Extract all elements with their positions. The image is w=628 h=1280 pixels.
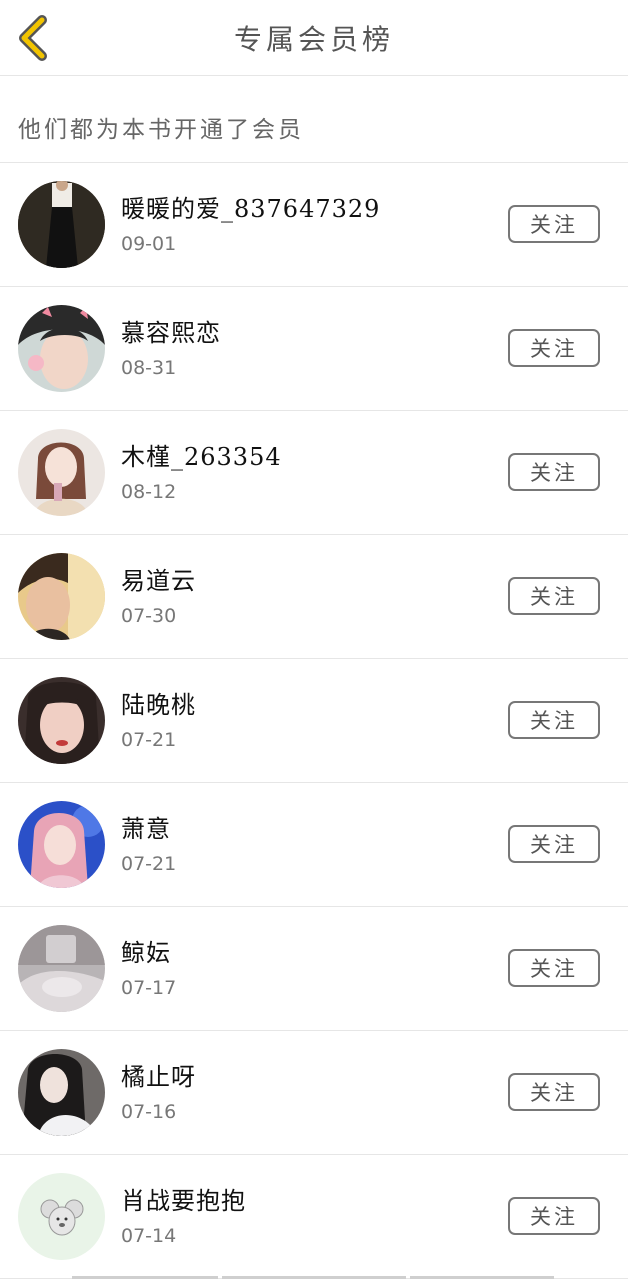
list-item[interactable]: 萧意 07-21 关注 — [0, 783, 628, 907]
member-list: 暖暖的爱_837647329 09-01 关注 慕容熙恋 08-31 关注 木槿… — [0, 163, 628, 1279]
avatar[interactable] — [18, 553, 105, 640]
member-date: 07-14 — [121, 1225, 177, 1247]
member-name: 肖战要抱抱 — [121, 1187, 246, 1215]
member-date: 07-30 — [121, 605, 177, 627]
follow-button[interactable]: 关注 — [508, 949, 600, 987]
member-name: 鲸妘 — [121, 939, 171, 967]
list-item[interactable]: 易道云 07-30 关注 — [0, 535, 628, 659]
member-date: 08-31 — [121, 357, 177, 379]
follow-button[interactable]: 关注 — [508, 329, 600, 367]
follow-button[interactable]: 关注 — [508, 577, 600, 615]
avatar[interactable] — [18, 801, 105, 888]
list-item[interactable]: 慕容熙恋 08-31 关注 — [0, 287, 628, 411]
subtitle-text: 他们都为本书开通了会员 — [18, 117, 304, 143]
avatar[interactable] — [18, 677, 105, 764]
member-name: 易道云 — [121, 567, 196, 595]
avatar[interactable] — [18, 925, 105, 1012]
list-item[interactable]: 肖战要抱抱 07-14 关注 — [0, 1155, 628, 1279]
follow-button[interactable]: 关注 — [508, 205, 600, 243]
member-date: 09-01 — [121, 233, 177, 255]
member-date: 08-12 — [121, 481, 177, 503]
list-item[interactable]: 橘止呀 07-16 关注 — [0, 1031, 628, 1155]
member-name: 陆晚桃 — [121, 691, 196, 719]
member-name: 萧意 — [121, 815, 171, 843]
follow-button[interactable]: 关注 — [508, 701, 600, 739]
member-name: 暖暖的爱_837647329 — [121, 195, 381, 223]
page-title: 专属会员榜 — [233, 23, 394, 56]
follow-button[interactable]: 关注 — [508, 1197, 600, 1235]
member-date: 07-16 — [121, 1101, 177, 1123]
member-date: 07-21 — [121, 729, 177, 751]
follow-button[interactable]: 关注 — [508, 825, 600, 863]
avatar[interactable] — [18, 1173, 105, 1260]
list-item[interactable]: 鲸妘 07-17 关注 — [0, 907, 628, 1031]
avatar[interactable] — [18, 305, 105, 392]
list-item[interactable]: 陆晚桃 07-21 关注 — [0, 659, 628, 783]
follow-button[interactable]: 关注 — [508, 1073, 600, 1111]
bottom-scroll-indicator — [0, 1274, 628, 1280]
member-name: 木槿_263354 — [121, 443, 282, 471]
avatar[interactable] — [18, 429, 105, 516]
avatar[interactable] — [18, 181, 105, 268]
top-bar: 专属会员榜 — [0, 0, 628, 76]
member-date: 07-21 — [121, 853, 177, 875]
list-item[interactable]: 暖暖的爱_837647329 09-01 关注 — [0, 163, 628, 287]
follow-button[interactable]: 关注 — [508, 453, 600, 491]
member-name: 慕容熙恋 — [121, 319, 221, 347]
list-item[interactable]: 木槿_263354 08-12 关注 — [0, 411, 628, 535]
avatar[interactable] — [18, 1049, 105, 1136]
member-name: 橘止呀 — [121, 1063, 196, 1091]
subtitle-section: 他们都为本书开通了会员 — [0, 76, 628, 163]
member-date: 07-17 — [121, 977, 177, 999]
